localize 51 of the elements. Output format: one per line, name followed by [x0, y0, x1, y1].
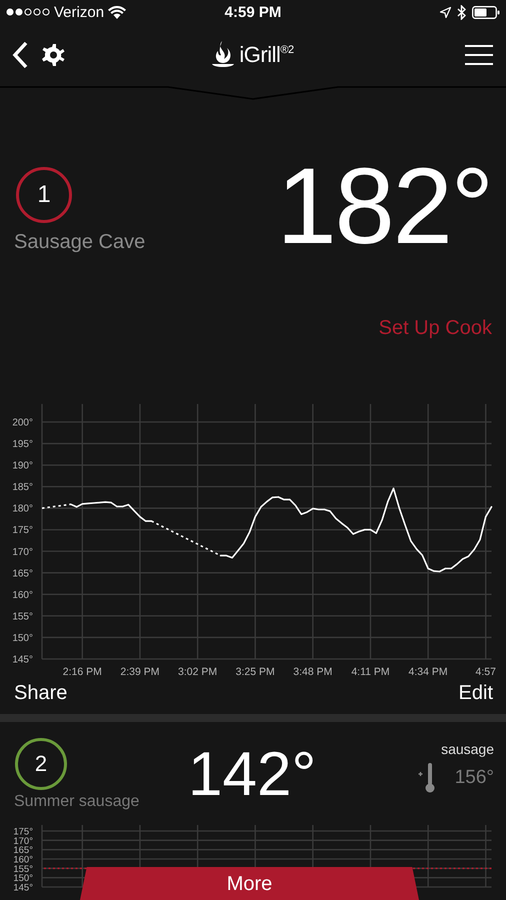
y-tick-label: 175° — [12, 525, 33, 536]
menu-button[interactable] — [464, 43, 494, 67]
probe-number: 2 — [15, 738, 67, 790]
wifi-icon — [108, 6, 126, 18]
probe-temperature: 182° — [276, 152, 492, 260]
x-tick-label: 2:16 PM — [62, 666, 102, 678]
y-tick-label: 165° — [12, 568, 33, 580]
bluetooth-icon — [457, 4, 466, 20]
y-tick-label: 200° — [12, 418, 33, 428]
preset-name: sausage — [441, 741, 494, 757]
x-tick-label: 4:34 PM — [408, 666, 448, 678]
y-tick-label: 150° — [13, 873, 33, 884]
probe-name: Sausage Cave — [14, 231, 146, 254]
x-tick-label: 3:48 PM — [293, 666, 332, 678]
x-tick-label: 3:02 PM — [178, 666, 218, 678]
clock-time: 4:59 PM — [224, 4, 282, 20]
x-tick-label: 2:39 PM — [120, 666, 160, 678]
back-button[interactable] — [12, 41, 28, 69]
signal-icon — [6, 8, 50, 16]
x-tick-label: 4:57 — [476, 666, 496, 678]
x-tick-label: 4:11 PM — [351, 666, 390, 678]
y-tick-label: 180° — [12, 504, 33, 515]
y-tick-label: 185° — [12, 482, 33, 494]
thermometer-icon — [418, 763, 435, 793]
probe-name: Summer sausage — [14, 793, 140, 811]
y-tick-label: 175° — [13, 826, 33, 838]
settings-button[interactable] — [40, 42, 66, 68]
more-button[interactable]: More — [80, 867, 419, 900]
flame-icon — [212, 41, 234, 69]
y-tick-label: 155° — [12, 611, 33, 622]
x-tick-label: 3:25 PM — [236, 666, 275, 678]
location-icon — [440, 6, 452, 18]
y-tick-label: 160° — [13, 854, 33, 866]
y-tick-label: 170° — [12, 546, 33, 558]
y-tick-label: 195° — [12, 439, 33, 450]
y-tick-label: 155° — [13, 864, 33, 875]
battery-icon — [472, 6, 500, 18]
y-tick-label: 160° — [12, 590, 33, 601]
share-button[interactable]: Share — [14, 682, 68, 705]
probe-number: 1 — [16, 167, 72, 223]
carrier-name: Verizon — [54, 4, 104, 20]
app-logo: iGrill$^{®2}$ — [239, 42, 294, 68]
target-temperature: 156° — [454, 767, 494, 789]
edit-button[interactable]: Edit — [458, 682, 493, 705]
y-tick-label: 150° — [12, 632, 33, 644]
y-tick-label: 165° — [13, 845, 33, 856]
y-tick-label: 170° — [13, 836, 33, 847]
y-tick-label: 190° — [12, 460, 33, 472]
y-tick-label: 145° — [13, 882, 33, 894]
y-tick-label: 145° — [12, 654, 33, 666]
probe-temperature: 142° — [188, 744, 318, 806]
